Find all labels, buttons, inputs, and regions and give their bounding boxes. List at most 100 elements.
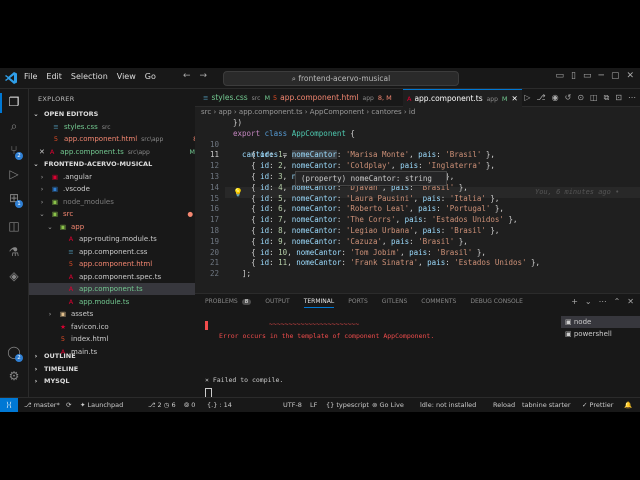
open-editors-header[interactable]: ⌄ OPEN EDITORS <box>29 108 197 120</box>
branch-indicator[interactable]: ⎇ master* <box>24 398 60 412</box>
launchpad-item[interactable]: ✦ Launchpad <box>80 398 123 412</box>
testing-icon[interactable]: ⚗ <box>6 245 22 261</box>
editor-action-icon[interactable]: ⋯ <box>628 93 636 102</box>
panel-tab-gitlens[interactable]: GITLENS <box>382 298 408 305</box>
breadcrumb-item[interactable]: cantores <box>371 108 401 116</box>
terminal-instance[interactable]: ▣ powershell <box>561 328 640 340</box>
editor-action-icon[interactable]: ⎇ <box>536 93 545 102</box>
sidebar-section-outline[interactable]: › OUTLINE <box>29 350 197 362</box>
sync-icon[interactable]: ⟳ <box>66 398 71 412</box>
tree-item[interactable]: › ▣ .vscode <box>29 183 203 195</box>
panel-tab-problems[interactable]: PROBLEMS <box>205 298 238 305</box>
tree-item[interactable]: ≡ app.component.css <box>29 246 219 258</box>
tabnine-status[interactable]: tabnine starter <box>522 398 571 412</box>
tree-item[interactable]: 5app.component.html8, M <box>29 258 219 270</box>
breadcrumb-item[interactable]: id <box>409 108 415 116</box>
window-control-icon[interactable]: ▯ <box>571 71 576 81</box>
open-editor-item[interactable]: 5app.component.htmlsrc\app8, M <box>29 133 217 145</box>
breadcrumb-item[interactable]: app.component.ts <box>239 108 303 116</box>
editor-tab[interactable]: ≡ styles.css src M <box>199 89 274 106</box>
tree-item[interactable]: ⌄ ▣ src ● <box>29 208 203 220</box>
lightbulb-icon[interactable]: 💡 <box>233 188 243 197</box>
breadcrumb-item[interactable]: AppComponent <box>310 108 364 116</box>
braces-indicator[interactable]: {.} : 14 <box>207 398 232 412</box>
editor-action-icon[interactable]: ⊡ <box>615 93 622 102</box>
editor-action-icon[interactable]: ◉ <box>552 93 559 102</box>
panel-action-icon[interactable]: + <box>571 297 578 306</box>
panel-tab-comments[interactable]: COMMENTS <box>421 298 456 305</box>
terminal-name: node <box>573 318 592 326</box>
forward-arrow-icon[interactable]: → <box>200 71 208 81</box>
project-header[interactable]: ⌄ FRONTEND-ACERVO-MUSICAL <box>29 158 197 170</box>
remote-explorer-icon[interactable]: ◫ <box>6 219 22 235</box>
sidebar-section-timeline[interactable]: › TIMELINE <box>29 363 197 375</box>
editor-action-icon[interactable]: ⊙ <box>577 93 584 102</box>
prettier-status[interactable]: ✓ Prettier <box>582 398 613 412</box>
editor-tab[interactable]: Aapp.component.ts app M ✕ <box>403 89 522 107</box>
tree-item[interactable]: 5 index.html <box>29 333 211 345</box>
singer-country: 'Italia' <box>449 193 486 203</box>
window-control-icon[interactable]: ▭ <box>556 71 565 81</box>
terminal-output[interactable]: ~~~~~~~~~~~~~~~~~~~~~~~ Error occurs in … <box>205 314 545 398</box>
code-area[interactable]: 10 11 12 13 14 15 16 17 18 19 20 21 22}) export class… <box>195 118 640 314</box>
editor-action-icon[interactable]: ▷ <box>524 93 530 102</box>
search-icon[interactable]: ⌕ <box>6 119 22 135</box>
editor-action-icon[interactable]: ⧉ <box>604 93 610 102</box>
panel-action-icon[interactable]: ⌄ <box>585 297 592 306</box>
close-icon[interactable]: ✕ <box>512 94 518 103</box>
command-center-search[interactable]: ⌕ frontend-acervo-musical <box>223 71 459 86</box>
file-type-icon: A <box>49 147 55 156</box>
tree-item[interactable]: ⌄▣app● <box>29 221 211 233</box>
explorer-icon[interactable]: ❐ <box>6 95 22 111</box>
open-editor-item[interactable]: ✕ Aapp.component.ts src\app M <box>29 146 205 158</box>
code-line-singer: { id: 5, nomeCantor: 'Laura Pausini', pa… <box>251 193 500 203</box>
tree-item[interactable]: Aapp.module.tsM <box>29 296 219 308</box>
manage-icon[interactable]: ⚙ <box>6 369 22 385</box>
window-control-icon[interactable]: ─ <box>599 71 604 81</box>
menu-item-go[interactable]: Go <box>145 72 156 81</box>
back-arrow-icon[interactable]: ← <box>183 71 191 81</box>
remote-indicator-icon[interactable]: ⟩⟨ <box>0 398 18 412</box>
encoding-indicator[interactable]: UTF-8 <box>283 398 302 412</box>
terminal-instance[interactable]: ▣ node <box>561 316 640 328</box>
tree-item[interactable]: Aapp.component.tsM <box>29 283 219 295</box>
tree-item[interactable]: Aapp.component.spec.ts <box>29 271 219 283</box>
go-live-button[interactable]: ⊚ Go Live <box>372 398 404 412</box>
panel-tab-output[interactable]: OUTPUT <box>265 298 289 305</box>
gitlens-icon[interactable]: ◈ <box>6 269 22 285</box>
gitlens-counts[interactable]: ⎇ 2 ◷ 6 <box>148 398 176 412</box>
tree-item[interactable]: ★ favicon.ico <box>29 321 211 333</box>
eol-indicator[interactable]: LF <box>310 398 317 412</box>
window-control-icon[interactable]: ✕ <box>626 71 634 81</box>
panel-action-icon[interactable]: ⋯ <box>599 297 607 306</box>
bell-icon[interactable]: 🔔 <box>624 398 632 412</box>
breadcrumb-item[interactable]: src <box>201 108 211 116</box>
close-icon[interactable]: ✕ <box>39 148 47 156</box>
reload-button[interactable]: Reload <box>493 398 515 412</box>
editor-action-icon[interactable]: ◫ <box>590 93 598 102</box>
panel-action-icon[interactable]: ✕ <box>627 297 634 306</box>
sidebar-section-mysql[interactable]: › MYSQL <box>29 375 197 387</box>
window-control-icon[interactable]: ▭ <box>583 71 592 81</box>
editor-action-icon[interactable]: ↺ <box>565 93 572 102</box>
tree-item[interactable]: › ▣ .angular <box>29 171 203 183</box>
breadcrumb-item[interactable]: app <box>218 108 231 116</box>
panel-action-icon[interactable]: ⌃ <box>614 297 621 306</box>
menu-item-selection[interactable]: Selection <box>71 72 108 81</box>
language-mode[interactable]: {} typescript <box>326 398 369 412</box>
panel-tab-ports[interactable]: PORTS <box>348 298 368 305</box>
idle-status[interactable]: ldle: not installed <box>420 398 476 412</box>
editor-tab[interactable]: 5 app.component.html app 8, M <box>269 89 396 106</box>
menu-item-view[interactable]: View <box>117 72 136 81</box>
panel-tab-debug-console[interactable]: DEBUG CONSOLE <box>470 298 523 305</box>
menu-item-file[interactable]: File <box>24 72 37 81</box>
menu-item-edit[interactable]: Edit <box>46 72 62 81</box>
panel-tab-terminal[interactable]: TERMINAL <box>303 298 335 308</box>
open-editor-item[interactable]: ≡styles.csssrcM <box>29 121 217 133</box>
tree-item[interactable]: › ▣ node_modules <box>29 196 203 208</box>
window-control-icon[interactable]: ▢ <box>611 71 620 81</box>
tree-item[interactable]: › ▣ assets <box>29 308 211 320</box>
tree-item[interactable]: Aapp-routing.module.ts <box>29 233 219 245</box>
run-debug-icon[interactable]: ▷ <box>6 167 22 183</box>
ports-count[interactable]: ⦾ 0 <box>184 398 195 412</box>
